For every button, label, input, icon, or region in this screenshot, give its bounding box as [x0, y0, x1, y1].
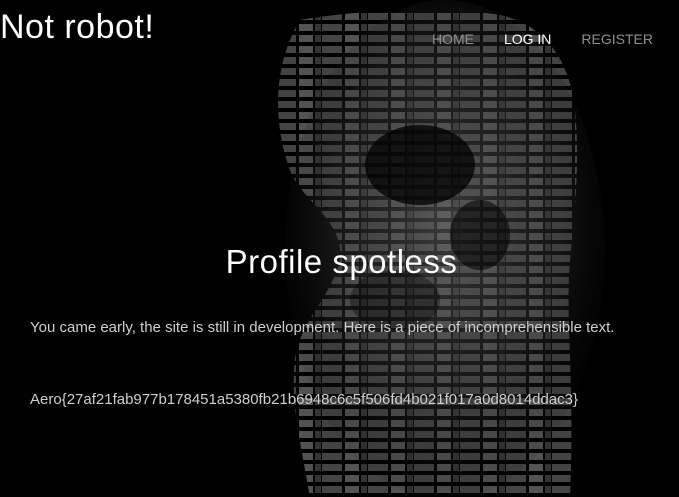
- intro-paragraph: You came early, the site is still in dev…: [30, 319, 615, 336]
- nav-login-link[interactable]: LOG IN: [504, 31, 551, 47]
- nav-register-link[interactable]: REGISTER: [581, 31, 653, 47]
- flag-text: Aero{27af21fab977b178451a5380fb21b6948c6…: [30, 391, 579, 408]
- site-title[interactable]: Not robot!: [0, 8, 154, 47]
- page-heading: Profile spotless: [225, 243, 458, 280]
- main-nav: HOME LOG IN REGISTER: [402, 31, 653, 47]
- nav-home-link[interactable]: HOME: [432, 31, 474, 47]
